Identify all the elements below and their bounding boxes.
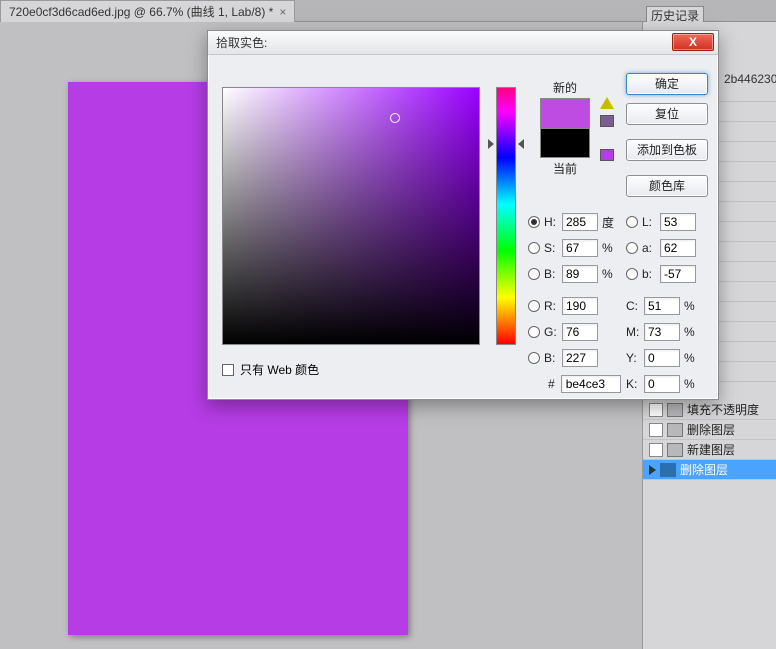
history-label: 删除图层 [687,421,735,438]
history-label: 删除图层 [680,461,728,478]
unit-c: % [684,299,702,313]
input-hex[interactable] [561,375,621,393]
history-item[interactable]: 新建图层 [643,440,776,460]
checkbox-icon[interactable] [222,364,234,376]
input-bv[interactable] [562,265,598,283]
label-b: B: [544,267,562,281]
input-m[interactable] [644,323,680,341]
history-icon [667,423,683,437]
hue-arrow-icon [518,139,524,149]
hex-row: # [548,375,621,393]
radio-a[interactable] [626,242,638,254]
document-tab-label: 720e0cf3d6cad6ed.jpg @ 66.7% (曲线 1, Lab/… [9,3,273,20]
label-l: L: [642,215,660,229]
checkbox-icon[interactable] [649,443,663,457]
hsb-group: H: 度 S: % B: % [528,209,620,287]
input-b2[interactable] [660,265,696,283]
checkbox-icon[interactable] [649,423,663,437]
unit-h: 度 [602,214,620,231]
reset-button[interactable]: 复位 [626,103,708,125]
label-h: H: [544,215,562,229]
add-swatch-button[interactable]: 添加到色板 [626,139,708,161]
websafe-color-swatch[interactable] [600,149,614,161]
unit-m: % [684,325,702,339]
color-picker-dialog: 拾取实色: X 新的 当前 确定 复位 添加到色板 颜色库 H: 度 S: % [207,30,719,400]
history-icon [667,403,683,417]
cmyk-group: C: % M: % Y: % K: % [626,293,702,397]
web-only-label: 只有 Web 颜色 [240,361,319,378]
unit-s: % [602,241,620,255]
color-library-button[interactable]: 颜色库 [626,175,708,197]
radio-b[interactable] [528,268,540,280]
input-l[interactable] [660,213,696,231]
radio-h[interactable] [528,216,540,228]
input-k[interactable] [644,375,680,393]
hue-slider[interactable] [496,87,516,345]
dialog-title: 拾取实色: [216,36,267,50]
input-g[interactable] [562,323,598,341]
radio-b2[interactable] [626,268,638,280]
hue-arrow-icon [488,139,494,149]
unit-y: % [684,351,702,365]
current-label: 当前 [532,160,598,177]
history-item[interactable]: 填充不透明度 [643,400,776,420]
sv-cursor[interactable] [390,113,400,123]
label-s: S: [544,241,562,255]
history-label: 新建图层 [687,441,735,458]
history-list: 填充不透明度 删除图层 新建图层 删除图层 [643,400,776,480]
input-y[interactable] [644,349,680,367]
rgb-group: R: G: B: [528,293,602,371]
ok-button[interactable]: 确定 [626,73,708,95]
play-icon [649,465,656,475]
label-b2: b: [642,267,660,281]
input-r[interactable] [562,297,598,315]
label-a: a: [642,241,660,255]
hex-label: # [548,377,555,391]
history-item[interactable]: 删除图层 [643,420,776,440]
color-swatches: 新的 当前 [532,79,598,177]
label-y: Y: [626,351,644,365]
gamut-warning-icon[interactable] [600,97,614,109]
label-m: M: [626,325,644,339]
label-g: G: [544,325,562,339]
unit-bv: % [602,267,620,281]
web-only-row[interactable]: 只有 Web 颜色 [222,361,319,378]
checkbox-icon[interactable] [649,403,663,417]
radio-s[interactable] [528,242,540,254]
label-c: C: [626,299,644,313]
lab-group: L: a: b: [626,209,700,287]
history-label: 填充不透明度 [687,401,759,418]
new-label: 新的 [532,79,598,96]
input-s[interactable] [562,239,598,257]
label-k: K: [626,377,644,391]
close-icon[interactable]: × [279,5,286,19]
radio-l[interactable] [626,216,638,228]
document-tab[interactable]: 720e0cf3d6cad6ed.jpg @ 66.7% (曲线 1, Lab/… [0,0,295,22]
saturation-value-box[interactable] [222,87,480,345]
gamut-color-swatch[interactable] [600,115,614,127]
history-icon [660,463,676,477]
history-icon [667,443,683,457]
label-r: R: [544,299,562,313]
swatch-current[interactable] [540,128,590,158]
radio-g[interactable] [528,326,540,338]
history-item-selected[interactable]: 删除图层 [643,460,776,480]
close-button[interactable]: X [672,33,714,51]
radio-r[interactable] [528,300,540,312]
label-bc: B: [544,351,562,365]
dialog-title-bar[interactable]: 拾取实色: X [208,31,718,55]
input-bc[interactable] [562,349,598,367]
unit-k: % [684,377,702,391]
swatch-new[interactable] [540,98,590,128]
input-a[interactable] [660,239,696,257]
radio-bc[interactable] [528,352,540,364]
input-h[interactable] [562,213,598,231]
input-c[interactable] [644,297,680,315]
